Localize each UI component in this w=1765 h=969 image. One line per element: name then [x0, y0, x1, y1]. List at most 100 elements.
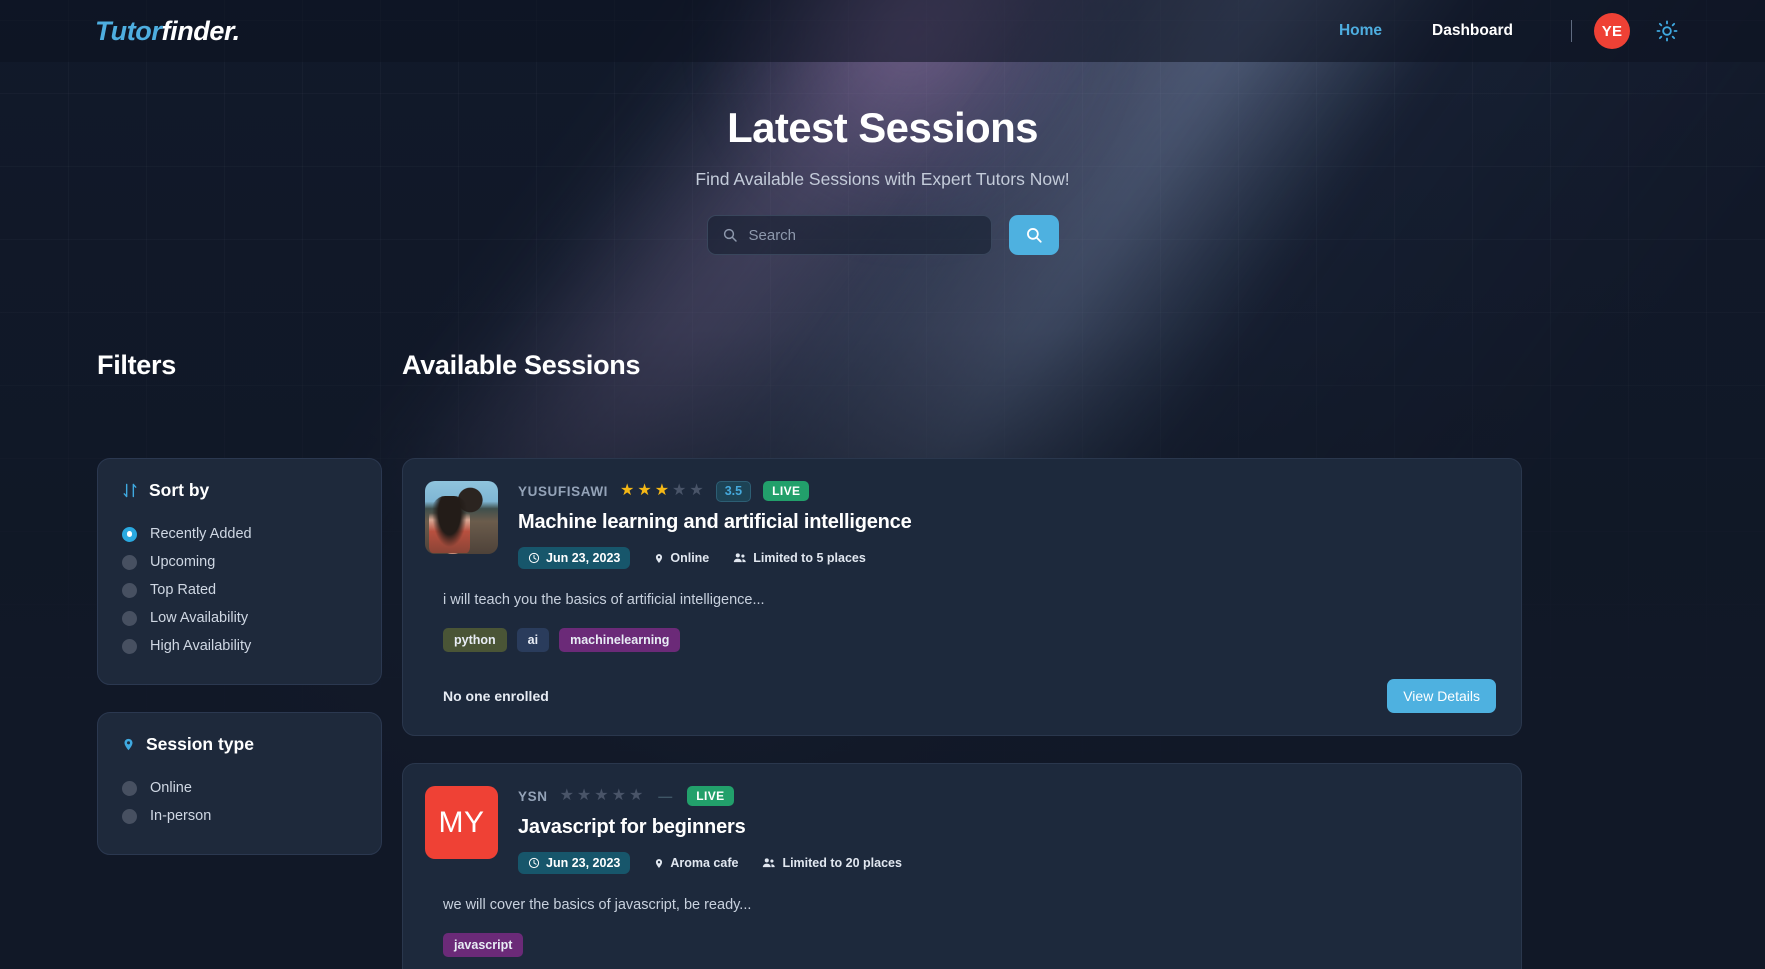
star-icon: ★	[628, 787, 644, 804]
sort-option-top-rated[interactable]: Top Rated	[122, 576, 357, 604]
session-type-option-online[interactable]: Online	[122, 774, 357, 802]
session-location: Online	[646, 551, 709, 565]
sort-by-header: Sort by	[122, 480, 357, 501]
logo[interactable]: Tutorfinder.	[95, 16, 240, 47]
radio-icon[interactable]	[122, 610, 137, 626]
sessions-heading: Available Sessions	[402, 350, 641, 380]
sort-option-low-availability[interactable]: Low Availability	[122, 604, 357, 632]
sort-icon	[123, 483, 137, 498]
session-capacity-text: Limited to 20 places	[782, 856, 902, 870]
session-location-text: Aroma cafe	[670, 856, 739, 870]
session-type-option-in-person[interactable]: In-person	[122, 802, 357, 830]
logo-part-primary: Tutor	[95, 15, 162, 46]
map-pin-icon	[656, 553, 663, 563]
session-thumbnail	[425, 481, 498, 554]
search-row	[0, 215, 1765, 255]
sun-icon	[1656, 20, 1678, 42]
session-type-title: Session type	[146, 734, 254, 754]
session-tag[interactable]: python	[443, 628, 507, 652]
sort-option-label: Top Rated	[150, 582, 217, 598]
map-pin-icon	[124, 738, 133, 751]
search-button[interactable]	[1008, 215, 1059, 255]
session-meta-row: Jun 23, 2023 Aroma cafe Limited to 20 pl…	[518, 852, 1496, 874]
logo-part-secondary: finder.	[161, 15, 241, 46]
star-icon: ★	[576, 787, 592, 804]
session-location-text: Online	[670, 551, 710, 565]
page-subtitle: Find Available Sessions with Expert Tuto…	[695, 169, 1070, 189]
session-tag[interactable]: machinelearning	[559, 628, 681, 652]
radio-icon[interactable]	[122, 808, 137, 824]
sort-by-panel: Sort by Recently Added Upcoming Top Rate…	[97, 458, 382, 685]
tutor-username: YSN	[518, 788, 548, 804]
session-title: Machine learning and artificial intellig…	[518, 511, 912, 533]
sort-option-label: High Availability	[150, 638, 252, 654]
session-card-top: YUSUFISAWI ★ ★ ★ ★ ★ 3.5 LIVE Machine le…	[425, 480, 1496, 569]
star-icon: ★	[559, 787, 574, 804]
search-input[interactable]	[748, 226, 977, 244]
clock-icon	[528, 857, 540, 869]
session-tutor-row: YSN ★ ★ ★ ★ ★ — LIVE	[518, 786, 1496, 806]
nav-link-dashboard[interactable]: Dashboard	[1407, 22, 1538, 40]
sort-option-high-availability[interactable]: High Availability	[122, 632, 357, 660]
session-capacity: Limited to 20 places	[754, 856, 902, 870]
radio-icon[interactable]	[122, 780, 137, 796]
session-tutor-row: YUSUFISAWI ★ ★ ★ ★ ★ 3.5 LIVE	[518, 480, 1496, 502]
radio-icon[interactable]	[122, 554, 137, 570]
session-card-main: YSN ★ ★ ★ ★ ★ — LIVE Javascript for begi…	[518, 786, 1496, 874]
sort-option-label: Low Availability	[150, 610, 249, 626]
rating-value-badge: —	[658, 788, 673, 804]
map-pin-icon	[656, 858, 663, 868]
session-date-badge: Jun 23, 2023	[518, 547, 631, 569]
tutor-username: YUSUFISAWI	[518, 483, 609, 499]
session-location: Aroma cafe	[646, 856, 738, 870]
hero-section: Latest Sessions Find Available Sessions …	[0, 62, 1765, 255]
session-card[interactable]: MY YSN ★ ★ ★ ★ ★ — LIVE Javascript for b…	[402, 763, 1522, 969]
sort-option-upcoming[interactable]: Upcoming	[122, 548, 357, 576]
sort-option-label: Recently Added	[150, 526, 252, 542]
session-card-footer: No one enrolled View Details	[425, 679, 1496, 713]
radio-icon[interactable]	[122, 526, 137, 542]
session-date-text: Jun 23, 2023	[546, 856, 621, 870]
view-details-button[interactable]: View Details	[1387, 679, 1496, 713]
search-box[interactable]	[706, 215, 992, 255]
session-tags: javascript	[425, 933, 1496, 957]
people-icon	[763, 858, 776, 868]
star-icon: ★	[611, 787, 626, 804]
star-icon: ★	[637, 482, 652, 499]
session-description: i will teach you the basics of artificia…	[443, 592, 765, 608]
tutor-initials-avatar: MY	[425, 786, 498, 859]
session-meta-row: Jun 23, 2023 Online Limited to 5 places	[518, 547, 1496, 569]
star-icon: ★	[620, 482, 635, 499]
session-card-main: YUSUFISAWI ★ ★ ★ ★ ★ 3.5 LIVE Machine le…	[518, 480, 1496, 569]
star-icon: ★	[654, 482, 670, 499]
status-badge: LIVE	[763, 481, 810, 501]
enrollment-status: No one enrolled	[443, 688, 549, 704]
sort-option-recently-added[interactable]: Recently Added	[122, 520, 357, 548]
avatar[interactable]: YE	[1594, 13, 1630, 49]
session-title: Javascript for beginners	[518, 816, 746, 838]
nav-divider	[1571, 20, 1572, 42]
rating-stars: ★ ★ ★ ★ ★	[620, 483, 704, 499]
filters-heading: Filters	[97, 350, 176, 380]
session-tag[interactable]: ai	[516, 628, 550, 652]
sort-option-label: Upcoming	[150, 554, 216, 570]
nav-link-home[interactable]: Home	[1314, 22, 1407, 40]
session-tags: python ai machinelearning	[425, 628, 1496, 652]
session-type-header: Session type	[122, 734, 357, 755]
session-capacity-text: Limited to 5 places	[753, 551, 866, 565]
radio-icon[interactable]	[122, 582, 137, 598]
rating-value-badge: 3.5	[715, 480, 752, 502]
sessions-list: YUSUFISAWI ★ ★ ★ ★ ★ 3.5 LIVE Machine le…	[402, 458, 1522, 969]
session-card-top: MY YSN ★ ★ ★ ★ ★ — LIVE Javascript for b…	[425, 786, 1496, 874]
theme-toggle-button[interactable]	[1654, 18, 1680, 44]
session-type-panel: Session type Online In-person	[97, 712, 382, 855]
search-icon	[723, 228, 737, 242]
session-tag[interactable]: javascript	[443, 933, 524, 957]
content-area: Filters Available Sessions Sort by Recen…	[0, 350, 1765, 969]
session-date-text: Jun 23, 2023	[546, 551, 621, 565]
radio-icon[interactable]	[122, 638, 137, 654]
site-header: Tutorfinder. Home Dashboard YE	[0, 0, 1765, 62]
filters-sidebar: Sort by Recently Added Upcoming Top Rate…	[97, 458, 382, 882]
session-card[interactable]: YUSUFISAWI ★ ★ ★ ★ ★ 3.5 LIVE Machine le…	[402, 458, 1522, 736]
session-type-label: Online	[150, 780, 192, 796]
